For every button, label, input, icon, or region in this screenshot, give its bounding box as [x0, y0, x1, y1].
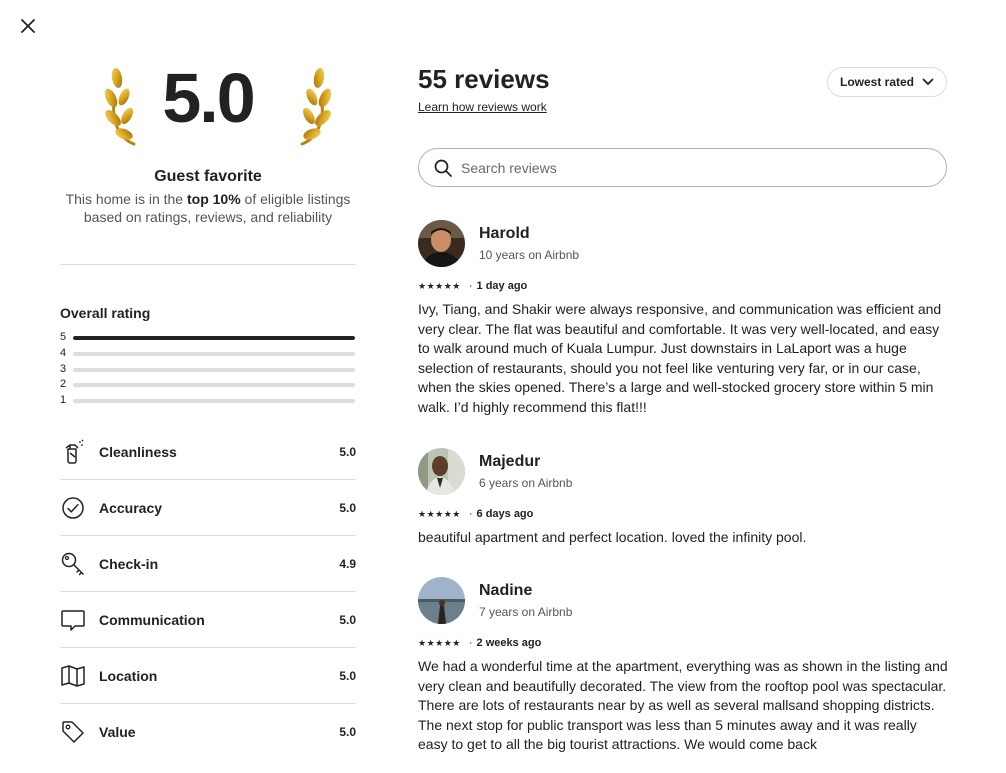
avatar[interactable]: [418, 577, 465, 624]
review-text: beautiful apartment and perfect location…: [418, 529, 807, 545]
star-rating: ★★★★★: [418, 508, 461, 519]
category-label: Check-in: [99, 556, 159, 572]
reviewer-name: Nadine: [479, 582, 533, 599]
rating-bar-label: 1: [60, 394, 67, 406]
avatar[interactable]: [418, 220, 465, 267]
desc-prefix: This home is in the: [65, 191, 187, 207]
rating-bar-row: 2: [60, 378, 356, 394]
search-reviews-box[interactable]: [418, 148, 947, 187]
rating-bar-label: 3: [60, 362, 67, 375]
desc-bold: top 10%: [186, 191, 241, 207]
rating-bar-track: [73, 367, 355, 372]
divider: [60, 264, 356, 265]
price-tag-icon: [60, 719, 86, 745]
search-icon: [433, 158, 453, 178]
chevron-down-icon: [922, 78, 934, 85]
category-label: Cleanliness: [99, 444, 177, 460]
close-button[interactable]: [14, 12, 42, 40]
review-meta: ★★★★★ · 2 weeks ago: [418, 637, 541, 649]
category-score: 4.9: [339, 557, 356, 571]
guest-favorite-description: This home is in the top 10% of eligible …: [60, 190, 356, 226]
check-circle-icon: [60, 495, 86, 521]
rating-bar-row: 5: [60, 331, 356, 347]
rating-bar-label: 2: [60, 378, 67, 391]
rating-distribution: 5 4 3 2 1: [60, 331, 356, 410]
review-text: We had a wonderful time at the apartment…: [418, 658, 948, 753]
rating-bar-label: 5: [60, 331, 67, 343]
reviewer-tenure: 7 years on Airbnb: [479, 605, 573, 619]
category-score: 5.0: [339, 725, 356, 739]
category-location: Location 5.0: [60, 648, 356, 704]
category-label: Accuracy: [99, 500, 163, 516]
rating-bar-fill: [73, 336, 355, 340]
rating-bar-row: 3: [60, 363, 356, 379]
separator-dot: ·: [468, 637, 473, 649]
rating-bar-track: [73, 399, 355, 403]
map-icon: [60, 663, 86, 689]
star-rating: ★★★★★: [418, 637, 461, 648]
rating-bar-track: [73, 351, 355, 356]
star-rating: ★★★★★: [418, 280, 461, 291]
reviews-count-heading: 55 reviews: [418, 64, 550, 94]
review-meta: ★★★★★ · 1 day ago: [418, 280, 527, 292]
separator-dot: ·: [468, 280, 473, 292]
chat-bubble-icon: [60, 607, 86, 633]
avatar[interactable]: [418, 448, 465, 495]
guest-favorite-title: Guest favorite: [154, 168, 262, 185]
category-label: Communication: [99, 612, 205, 628]
rating-bar-row: 1: [60, 394, 356, 410]
category-score: 5.0: [339, 613, 356, 627]
spray-bottle-icon: [60, 439, 86, 465]
search-reviews-input[interactable]: [459, 158, 923, 177]
review-text: Ivy, Tiang, and Shakir were always respo…: [418, 301, 942, 415]
category-label: Location: [99, 668, 158, 684]
reviewer-tenure: 6 years on Airbnb: [479, 476, 573, 490]
category-score: 5.0: [339, 445, 356, 459]
category-accuracy: Accuracy 5.0: [60, 480, 356, 536]
rating-bar-row: 4: [60, 347, 356, 363]
reviewer-tenure: 10 years on Airbnb: [479, 248, 580, 262]
category-score: 5.0: [339, 669, 356, 683]
review-date: 6 days ago: [476, 508, 534, 520]
category-score: 5.0: [339, 501, 356, 515]
overall-rating-title: Overall rating: [60, 305, 151, 321]
rating-summary-panel: 5.0 Guest favorite This home is in the t…: [60, 0, 356, 773]
category-check-in: Check-in 4.9: [60, 536, 356, 592]
rating-bar-label: 4: [60, 346, 67, 359]
rating-bar-track: [73, 383, 355, 388]
sort-label: Lowest rated: [839, 75, 914, 89]
rating-bar-track: [73, 336, 355, 340]
review-date: 1 day ago: [476, 280, 528, 292]
reviewer-name: Majedur: [479, 453, 541, 470]
learn-how-reviews-work-link[interactable]: Learn how reviews work: [418, 100, 547, 114]
review-date: 2 weeks ago: [476, 637, 542, 649]
category-cleanliness: Cleanliness 5.0: [60, 424, 356, 480]
separator-dot: ·: [468, 508, 473, 520]
category-value: Value 5.0: [60, 704, 356, 760]
score-hero: 5.0: [60, 60, 356, 146]
category-label: Value: [99, 724, 136, 740]
key-icon: [60, 551, 86, 577]
category-communication: Communication 5.0: [60, 592, 356, 648]
close-icon: [21, 19, 35, 33]
sort-dropdown[interactable]: Lowest rated: [826, 67, 947, 97]
review-meta: ★★★★★ · 6 days ago: [418, 508, 533, 520]
reviews-panel: 55 reviews Learn how reviews work Lowest…: [418, 0, 948, 773]
reviewer-name: Harold: [479, 225, 530, 242]
laurel-right-icon: [300, 68, 332, 146]
